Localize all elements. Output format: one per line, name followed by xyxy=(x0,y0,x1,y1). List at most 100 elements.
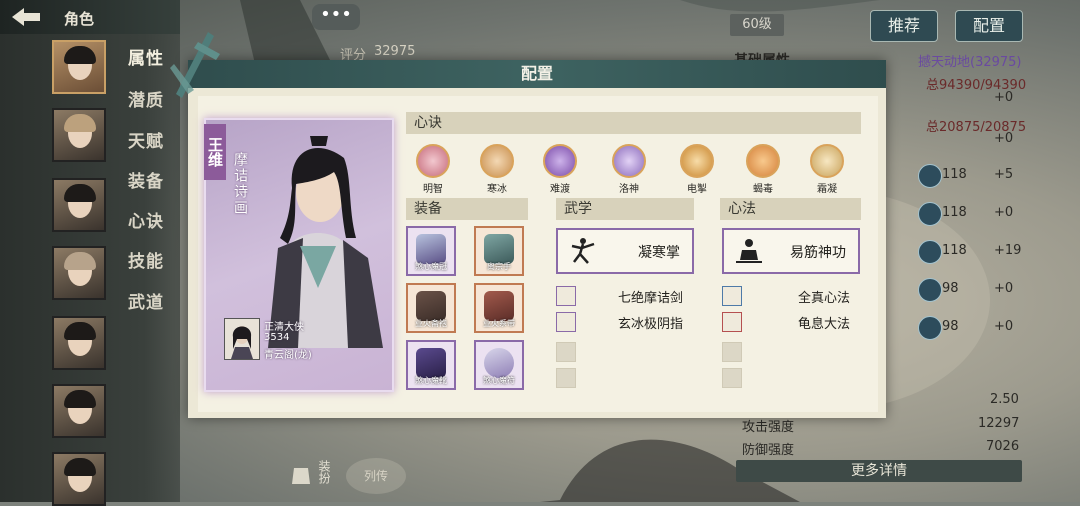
robe-icon xyxy=(292,468,310,484)
attr-icon xyxy=(918,164,942,188)
equip-label: 煞心魔符 xyxy=(483,376,515,385)
equip-slot-boots[interactable]: 煞心魔靴 xyxy=(406,340,456,390)
xinfa-sub-label-1: 全真心法 xyxy=(798,291,851,306)
xinjue-label: 寒冰 xyxy=(487,184,507,195)
xinjue-label: 明智 xyxy=(423,184,443,195)
config-button[interactable]: 配置 xyxy=(955,10,1023,42)
tab-talent[interactable]: 天赋 xyxy=(128,127,164,152)
xinjue-item-1[interactable]: 明智 xyxy=(408,144,458,195)
attr-row-3-stat: 118 xyxy=(942,167,967,182)
config-dialog: 配置 王维 摩诘诗画 正清大侠 3534 青云阁(龙) 心诀 明智 寒冰 难渡 … xyxy=(170,32,886,418)
xinjue-label: 电掣 xyxy=(687,184,707,195)
attr-row-7-stat: 98 xyxy=(942,319,959,334)
xinjue-label: 霜凝 xyxy=(817,184,837,195)
wuxue-main-slot[interactable]: 凝寒掌 xyxy=(556,228,694,274)
player-power: 3534 xyxy=(264,332,290,343)
tab-equipment[interactable]: 装备 xyxy=(128,167,164,192)
wuxue-sub-icon-2[interactable] xyxy=(556,312,576,332)
sword-decoration-icon xyxy=(170,32,220,98)
helmet-icon xyxy=(416,234,446,264)
back-arrow-icon xyxy=(12,8,40,26)
robe-icon xyxy=(416,291,446,321)
rank-text: 撼天动地(32975) xyxy=(918,55,1022,70)
hero-title: 摩诘诗画 xyxy=(232,152,248,216)
attr-row-3-delta: +5 xyxy=(994,167,1014,182)
xinjue-icon xyxy=(746,144,780,178)
wuxue-empty-slot-1[interactable] xyxy=(556,342,576,362)
hero-avatar-6[interactable] xyxy=(52,384,106,438)
xinjue-item-5[interactable]: 电掣 xyxy=(672,144,722,195)
equip-slot-charm[interactable]: 煞心魔符 xyxy=(474,340,524,390)
player-guild: 青云阁(龙) xyxy=(264,350,312,361)
player-info: 正清大侠 3534 青云阁(龙) xyxy=(224,316,384,361)
xinfa-empty-slot-2[interactable] xyxy=(722,368,742,388)
dress-button[interactable]: 装扮 xyxy=(290,458,342,494)
xinjue-section-header: 心诀 xyxy=(406,112,861,134)
hero-avatar-1[interactable] xyxy=(52,40,106,94)
xinjue-icon xyxy=(543,144,577,178)
wuxue-empty-slot-2[interactable] xyxy=(556,368,576,388)
xinjue-item-4[interactable]: 洛神 xyxy=(604,144,654,195)
gloves-icon xyxy=(484,234,514,264)
equip-label: 煞心魔靴 xyxy=(415,376,447,385)
bio-button[interactable]: 列传 xyxy=(346,458,406,494)
xinfa-main-slot[interactable]: 易筋神功 xyxy=(722,228,860,274)
extra-value-1: 2.50 xyxy=(990,392,1019,407)
attr-row-6-stat: 98 xyxy=(942,281,959,296)
hero-avatar-2[interactable] xyxy=(52,108,106,162)
xinjue-item-7[interactable]: 霜凝 xyxy=(802,144,852,195)
tab-wudao[interactable]: 武道 xyxy=(128,288,164,313)
xinfa-sub-label-2: 龟息大法 xyxy=(798,317,851,332)
xinfa-sub-icon-1[interactable] xyxy=(722,286,742,306)
hero-portrait-art xyxy=(268,136,383,348)
equip-slot-robe[interactable]: 业火斋袍 xyxy=(406,283,456,333)
more-details-button[interactable]: 更多详情 xyxy=(736,460,1022,482)
player-avatar[interactable] xyxy=(224,318,260,360)
hero-name: 王维 xyxy=(204,124,226,180)
recommend-button[interactable]: 推荐 xyxy=(870,10,938,42)
belt-icon xyxy=(484,291,514,321)
wuxue-section-header: 武学 xyxy=(556,198,694,220)
attr-row-1-delta: +0 xyxy=(994,90,1014,105)
defense-label: 防御强度 xyxy=(742,443,795,458)
chat-bubble-icon[interactable]: ••• xyxy=(312,4,360,30)
back-button[interactable] xyxy=(8,4,48,30)
tab-xinjue[interactable]: 心诀 xyxy=(128,207,164,232)
wuxue-sub-icon-1[interactable] xyxy=(556,286,576,306)
attr-row-6-delta: +0 xyxy=(994,281,1014,296)
equip-slot-gloves[interactable]: 离宗手 xyxy=(474,226,524,276)
xinjue-label: 洛神 xyxy=(619,184,639,195)
xinjue-item-3[interactable]: 难渡 xyxy=(535,144,585,195)
xinjue-icon xyxy=(480,144,514,178)
attr-icon xyxy=(918,240,942,264)
dress-label: 装扮 xyxy=(317,460,331,484)
xinfa-empty-slot-1[interactable] xyxy=(722,342,742,362)
tab-potential[interactable]: 潜质 xyxy=(128,86,164,111)
attr-row-7-delta: +0 xyxy=(994,319,1014,334)
equipment-section-header: 装备 xyxy=(406,198,528,220)
player-avatar-art xyxy=(231,326,253,359)
hero-avatar-5[interactable] xyxy=(52,316,106,370)
attr-icon xyxy=(918,316,942,340)
equip-slot-belt[interactable]: 业火系带 xyxy=(474,283,524,333)
attack-label: 攻击强度 xyxy=(742,420,795,435)
xinjue-item-6[interactable]: 蝎毒 xyxy=(738,144,788,195)
charm-icon xyxy=(484,348,514,378)
xinjue-icon xyxy=(416,144,450,178)
tab-skills[interactable]: 技能 xyxy=(128,247,164,272)
defense-value: 7026 xyxy=(986,439,1020,454)
hero-avatar-7[interactable] xyxy=(52,452,106,506)
xinjue-label: 难渡 xyxy=(550,184,570,195)
tab-attributes[interactable]: 属性 xyxy=(128,44,164,69)
xinfa-main-label: 易筋神功 xyxy=(790,245,846,261)
attr-row-2-delta: +0 xyxy=(994,131,1014,146)
xinfa-sub-icon-2[interactable] xyxy=(722,312,742,332)
equip-slot-helmet[interactable]: 煞心魔冠 xyxy=(406,226,456,276)
boots-icon xyxy=(416,348,446,378)
score-value: 32975 xyxy=(374,44,416,59)
hero-avatar-3[interactable] xyxy=(52,178,106,232)
xinjue-icon xyxy=(612,144,646,178)
player-title: 正清大侠 xyxy=(264,322,304,333)
hero-avatar-4[interactable] xyxy=(52,246,106,300)
xinjue-item-2[interactable]: 寒冰 xyxy=(472,144,522,195)
